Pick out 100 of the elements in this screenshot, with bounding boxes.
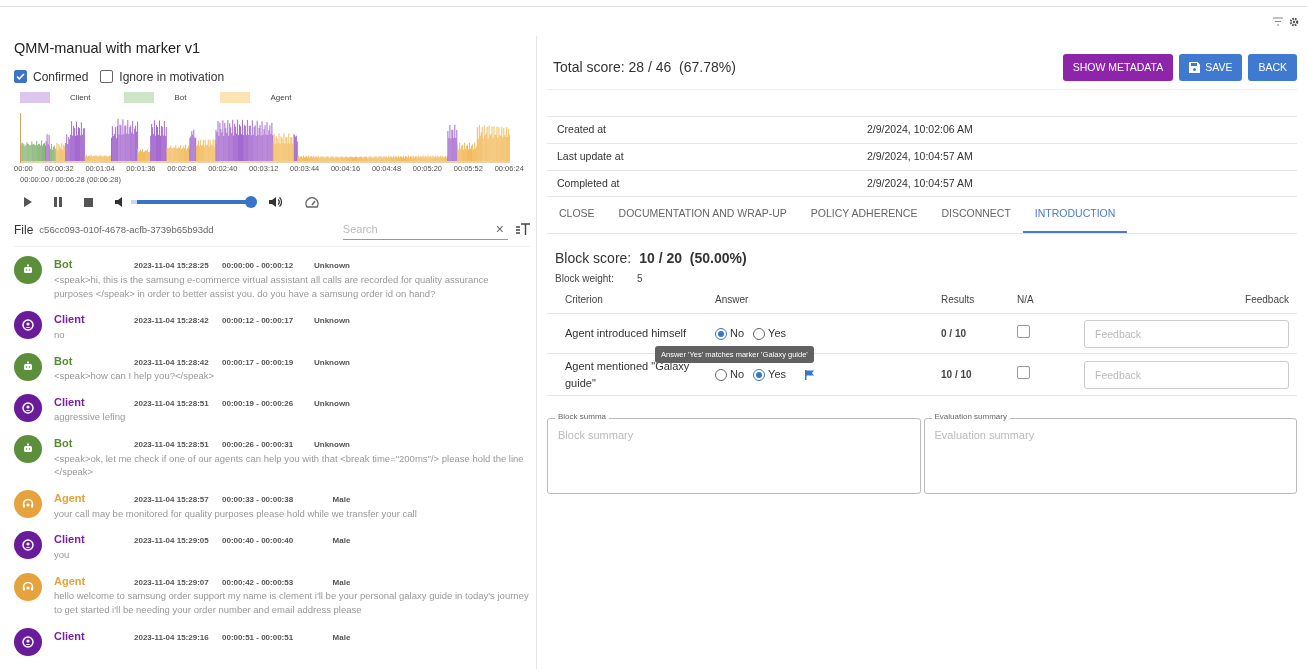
- speaker-name: Bot: [54, 257, 74, 273]
- save-button[interactable]: SAVE: [1179, 54, 1243, 81]
- file-id: c56cc093-010f-4678-acfb-3739b65b93dd: [39, 222, 214, 237]
- message-time-range: 00:00:51 - 00:00:51: [222, 631, 295, 644]
- speedometer-icon[interactable]: [305, 197, 319, 210]
- speaker-name: Agent: [54, 491, 87, 507]
- play-icon[interactable]: [24, 197, 32, 208]
- legend-label: Agent: [270, 91, 292, 104]
- message-gender: Unknown: [314, 356, 351, 369]
- legend-label: Client: [70, 91, 91, 104]
- message-date: 2023-11-04 15:28:42: [134, 356, 210, 369]
- column-header: Answer: [715, 293, 750, 307]
- speaker-icon[interactable]: [115, 197, 125, 208]
- block-weight-label: Block weight:: [555, 272, 615, 286]
- tab[interactable]: DOCUMENTATION AND WRAP-UP: [606, 197, 799, 233]
- meta-label: Created at: [547, 116, 857, 144]
- message-time-range: 00:00:42 - 00:00:53: [222, 576, 295, 589]
- column-header: N/A: [1017, 293, 1035, 307]
- text-size-icon[interactable]: [516, 223, 530, 237]
- total-score: Total score: 28 / 46 (67.78%): [553, 58, 736, 77]
- meta-value: 2/9/2024, 10:02:06 AM: [857, 116, 1297, 144]
- speaker-name: Bot: [54, 436, 74, 452]
- bot-avatar: [14, 435, 42, 464]
- clear-button[interactable]: ×: [495, 219, 504, 241]
- filter-icon[interactable]: [1273, 17, 1283, 26]
- settings-icon[interactable]: [1289, 16, 1299, 27]
- save-icon: [1189, 62, 1201, 73]
- summary-field[interactable]: Block summary: [547, 418, 921, 494]
- feedback-field[interactable]: Feedback: [1084, 360, 1289, 389]
- message-text: your call may be monitored for quality purposes please hold while we transfer your call: [54, 506, 418, 521]
- message-time-range: 00:00:40 - 00:00:40: [222, 535, 295, 548]
- message-time-range: 00:00:12 - 00:00:17: [222, 315, 295, 328]
- page-title: QMM-manual with marker v1: [14, 39, 202, 58]
- message-gender: Unknown: [314, 397, 351, 410]
- message-date: 2023-11-04 15:28:42: [134, 315, 210, 328]
- checkbox[interactable]: [1017, 324, 1030, 338]
- radio-label: Yes: [768, 367, 786, 383]
- message-gender: Unknown: [314, 315, 351, 328]
- checkbox[interactable]: [1017, 365, 1030, 379]
- block-weight: 5: [637, 272, 643, 286]
- message-text: hello welcome to samsung order support my name is clement i'll be your personal galaxy guide in today's journey to get started i'll be needing your order number and email address please: [54, 589, 530, 617]
- legend-label: Bot: [174, 91, 187, 104]
- radio-label: Yes: [768, 326, 786, 342]
- speaker-name: Client: [54, 628, 86, 644]
- client-avatar: [14, 531, 42, 560]
- back-button[interactable]: BACK: [1248, 54, 1297, 81]
- speaker-name: Client: [54, 532, 86, 548]
- column-header: Feedback: [1245, 293, 1289, 307]
- checkbox[interactable]: [100, 70, 114, 84]
- pause-icon[interactable]: [54, 197, 62, 208]
- block-score: 10 / 20 (50.00%): [639, 249, 747, 268]
- result: 0 / 10: [941, 327, 968, 341]
- tab[interactable]: POLICY ADHERENCE: [798, 197, 930, 233]
- tab[interactable]: DISCONNECT: [929, 197, 1023, 233]
- speaker-name: Bot: [54, 353, 74, 369]
- message-date: 2023-11-04 15:28:51: [134, 439, 210, 452]
- stop-icon[interactable]: [84, 197, 93, 207]
- meta-value: 2/9/2024, 10:04:57 AM: [857, 143, 1297, 170]
- message-gender: Male: [331, 631, 352, 644]
- block-score-label: Block score:: [555, 249, 632, 268]
- message-text: <speak>ok, let me check if one of our agents can help you with that <break time="200ms"/> please hold the line </speak>: [54, 451, 525, 480]
- tab[interactable]: INTRODUCTION: [1022, 197, 1128, 233]
- message-date: 2023-11-04 15:28:57: [134, 494, 210, 507]
- message-date: 2023-11-04 15:29:07: [134, 576, 210, 589]
- volume-up-icon[interactable]: [269, 196, 283, 209]
- message-time-range: 00:00:17 - 00:00:19: [222, 356, 295, 369]
- checkbox-label: Confirmed: [33, 68, 89, 86]
- message-gender: Male: [331, 494, 352, 507]
- checkbox[interactable]: [14, 70, 27, 84]
- message-gender: Male: [331, 535, 352, 548]
- client-avatar: [14, 627, 42, 656]
- client-avatar: [14, 311, 42, 340]
- agent-avatar: [14, 490, 42, 519]
- message-time-range: 00:00:33 - 00:00:38: [222, 494, 295, 507]
- message-text: you: [54, 547, 71, 562]
- message-date: 2023-11-04 15:28:51: [134, 397, 210, 410]
- bot-avatar: [14, 352, 42, 381]
- criterion-name: Agent introduced himself: [565, 326, 688, 342]
- message-gender: Male: [331, 576, 352, 589]
- radio-label: No: [730, 326, 745, 342]
- result: 10 / 10: [941, 368, 973, 382]
- message-time-range: 00:00:00 - 00:00:12: [222, 260, 295, 273]
- message-time-range: 00:00:26 - 00:00:31: [222, 439, 295, 452]
- meta-value: 2/9/2024, 10:04:57 AM: [857, 170, 1297, 197]
- tab[interactable]: CLOSE: [547, 197, 607, 233]
- speaker-name: Client: [54, 394, 86, 410]
- file-label: File: [14, 221, 34, 239]
- message-date: 2023-11-04 15:29:16: [134, 631, 210, 644]
- meta-label: Completed at: [547, 170, 857, 197]
- message-text: <speak>hi, this is the samsung e-commerce virtual assistant all calls are recorded for quality assurance purposes </speak> in order to better assist you. do you have a samsung order id on hand?: [54, 272, 490, 301]
- column-header: Criterion: [565, 293, 604, 307]
- speaker-name: Agent: [54, 573, 87, 589]
- message-date: 2023-11-04 15:28:25: [134, 260, 210, 273]
- column-header: Results: [941, 293, 976, 307]
- message-text: aggressive lefing: [54, 410, 127, 425]
- speaker-name: Client: [54, 312, 86, 328]
- show-metadata-button[interactable]: SHOW METADATA: [1062, 54, 1174, 81]
- message-date: 2023-11-04 15:29:05: [134, 535, 210, 548]
- message-text: no: [54, 327, 66, 342]
- feedback-field[interactable]: Feedback: [1084, 319, 1289, 348]
